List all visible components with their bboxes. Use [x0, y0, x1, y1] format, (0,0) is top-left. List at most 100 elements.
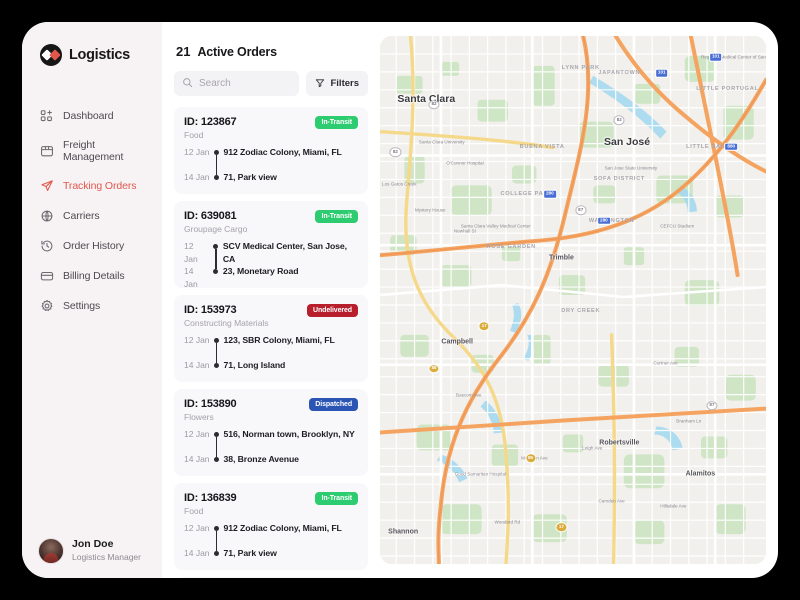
order-category: Food: [184, 130, 204, 140]
sidebar-item-label: Billing Details: [63, 270, 125, 282]
highway-shield-icon: 17: [555, 522, 567, 532]
filters-label: Filters: [330, 78, 359, 89]
sidebar-nav: Dashboard Freight Management Tracking Or…: [22, 102, 162, 320]
dropoff-address: 23, Monetary Road: [222, 266, 299, 276]
route-timeline-icon: [210, 428, 224, 466]
credit-card-icon: [40, 269, 54, 283]
pickup-address: 516, Norman town, Brooklyn, NY: [223, 429, 355, 439]
order-route: 12 Jan 14 Jan 912 Zodiac Colony, Miami, FL…: [184, 522, 358, 560]
sidebar-item-freight-management[interactable]: Freight Management: [22, 132, 162, 170]
order-list[interactable]: ID: 123867 Food In-Transit 12 Jan 14 Jan 912 …: [174, 107, 368, 578]
search-row: Filters: [174, 71, 368, 96]
dropoff-date: 14 Jan: [184, 360, 210, 370]
search-box[interactable]: [174, 71, 300, 96]
app-window: Logistics Dashboard Freight Management T…: [22, 22, 778, 578]
pickup-date: 12 Jan: [184, 523, 210, 533]
sidebar-item-order-history[interactable]: Order History: [22, 232, 162, 260]
pickup-address: SCV Medical Center, San Jose, CA: [222, 241, 347, 264]
order-card[interactable]: ID: 639081 Groupage Cargo In-Transit 12 Jan…: [174, 201, 368, 289]
pickup-address: 912 Zodiac Colony, Miami, FL: [223, 147, 342, 157]
route-timeline-icon: [210, 334, 224, 372]
order-id: ID: 153973: [184, 304, 237, 316]
highway-shield-icon: 85: [524, 453, 537, 464]
map-vector: [380, 36, 766, 564]
highway-shield-icon: 280: [542, 190, 557, 199]
order-route: 12 Jan 14 Jan SCV Medical Center, San Jose…: [184, 240, 358, 289]
order-category: Flowers: [184, 412, 214, 422]
highway-shield-icon: 101: [654, 68, 669, 78]
filters-button[interactable]: Filters: [306, 71, 368, 96]
dashboard-grid-icon: [40, 109, 54, 123]
order-category: Food: [184, 506, 204, 516]
pickup-address: 912 Zodiac Colony, Miami, FL: [223, 523, 342, 533]
highway-shield-icon: 82: [613, 115, 625, 126]
status-badge: In-Transit: [315, 116, 358, 129]
dropoff-date: 14 Jan: [184, 172, 210, 182]
search-input[interactable]: [199, 78, 292, 89]
sidebar-item-billing-details[interactable]: Billing Details: [22, 262, 162, 290]
highway-shield-icon: 280: [597, 216, 611, 226]
status-badge: Undelivered: [307, 304, 358, 317]
pickup-address: 123, SBR Colony, Miami, FL: [223, 335, 335, 345]
sidebar-item-label: Dashboard: [63, 110, 114, 122]
brand-name: Logistics: [69, 47, 130, 63]
pickup-date: 12 Jan: [184, 241, 198, 264]
order-id: ID: 123867: [184, 116, 237, 128]
order-id: ID: 639081: [184, 210, 237, 222]
route-timeline-icon: [210, 146, 224, 184]
sidebar-item-label: Order History: [63, 240, 125, 252]
order-card[interactable]: ID: 153890 Flowers Dispatched 12 Jan 14 Jan 5…: [174, 389, 368, 476]
dropoff-date: 14 Jan: [184, 266, 198, 289]
order-category: Constructing Materials: [184, 318, 269, 328]
active-orders-count: 21: [176, 44, 191, 59]
map-container: Santa Clara San José Campbell Trimble Robert…: [380, 22, 778, 578]
order-card[interactable]: ID: 136839 Food In-Transit 12 Jan 14 Jan 912 …: [174, 483, 368, 570]
order-id: ID: 136839: [184, 492, 237, 504]
order-route: 12 Jan 14 Jan 123, SBR Colony, Miami, FL 71…: [184, 334, 358, 372]
box-calendar-icon: [40, 144, 54, 158]
user-profile[interactable]: Jon Doe Logistics Manager: [22, 530, 162, 564]
sidebar-item-dashboard[interactable]: Dashboard: [22, 102, 162, 130]
filter-funnel-icon: [315, 76, 325, 91]
order-id: ID: 153890: [184, 398, 237, 410]
page-title: Active Orders: [197, 45, 277, 59]
search-icon: [182, 75, 193, 93]
route-timeline-icon: [210, 522, 224, 560]
highway-shield-icon: 17: [478, 321, 490, 332]
status-badge: In-Transit: [315, 492, 358, 505]
route-timeline-icon: [209, 240, 223, 278]
sidebar: Logistics Dashboard Freight Management T…: [22, 22, 162, 578]
highway-shield-icon: 82: [428, 99, 440, 110]
sidebar-item-label: Settings: [63, 300, 101, 312]
gear-icon: [40, 299, 54, 313]
brand-logo: Logistics: [22, 40, 162, 66]
pickup-date: 12 Jan: [184, 335, 210, 345]
dropoff-address: 38, Bronze Avenue: [223, 454, 299, 464]
sidebar-item-label: Tracking Orders: [63, 180, 137, 192]
dropoff-date: 14 Jan: [184, 454, 210, 464]
sidebar-item-tracking-orders[interactable]: Tracking Orders: [22, 172, 162, 200]
sidebar-item-carriers[interactable]: Carriers: [22, 202, 162, 230]
highway-shield-icon: 82: [389, 147, 401, 157]
highway-shield-icon: 85: [428, 363, 440, 374]
dropoff-address: 71, Park view: [223, 548, 277, 558]
diamond-logo-icon: [40, 44, 62, 66]
status-badge: Dispatched: [309, 398, 358, 411]
paper-plane-icon: [40, 179, 54, 193]
pickup-date: 12 Jan: [184, 147, 210, 157]
order-route: 12 Jan 14 Jan 516, Norman town, Brooklyn, …: [184, 428, 358, 466]
order-card[interactable]: ID: 123867 Food In-Transit 12 Jan 14 Jan 912 …: [174, 107, 368, 194]
status-badge: In-Transit: [315, 210, 358, 223]
order-category: Groupage Cargo: [184, 224, 248, 234]
map-canvas[interactable]: Santa Clara San José Campbell Trimble Robert…: [380, 36, 766, 564]
orders-panel: 21 Active Orders Filters: [162, 22, 380, 578]
dropoff-address: 71, Park view: [223, 172, 277, 182]
order-card[interactable]: ID: 153973 Constructing Materials Undelive…: [174, 295, 368, 382]
clock-history-icon: [40, 239, 54, 253]
avatar: [38, 538, 64, 564]
sidebar-item-settings[interactable]: Settings: [22, 292, 162, 320]
highway-shield-icon: 101: [708, 52, 723, 62]
order-card[interactable]: ID: 153895FlowersDispatched12 Jan14 Jan3…: [174, 577, 368, 578]
user-role: Logistics Manager: [72, 552, 141, 563]
dropoff-date: 14 Jan: [184, 548, 210, 558]
